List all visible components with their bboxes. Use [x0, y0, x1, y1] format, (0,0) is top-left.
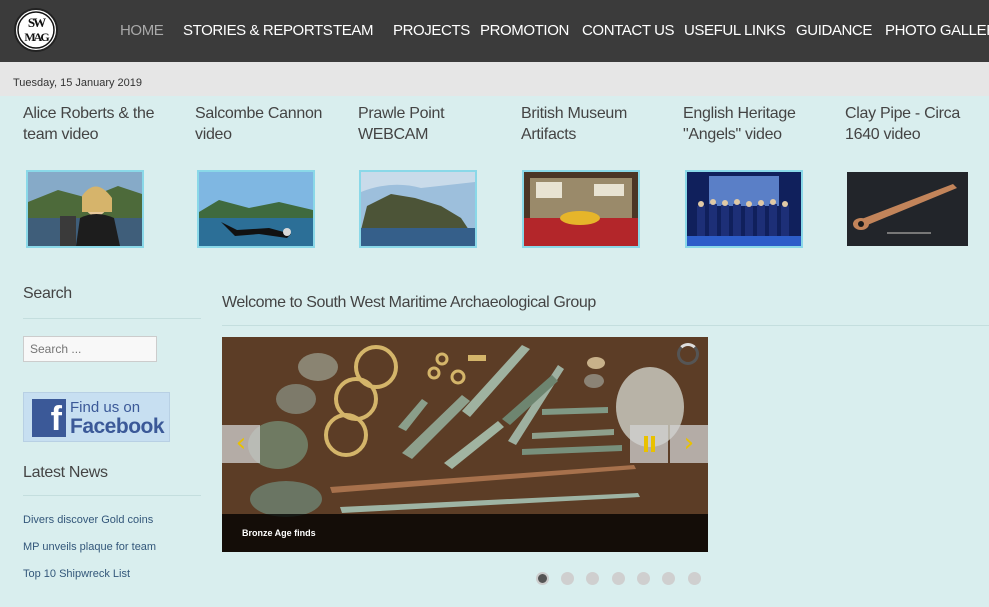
facebook-icon: f — [32, 399, 66, 438]
site-logo[interactable]: SW MAG — [14, 8, 58, 52]
feature-title-british-museum[interactable]: British Museum Artifacts — [521, 103, 671, 145]
svg-text:MAG: MAG — [24, 30, 49, 44]
current-date: Tuesday, 15 January 2019 — [13, 77, 143, 89]
welcome-heading: Welcome to South West Maritime Archaeolo… — [222, 294, 596, 311]
search-heading: Search — [23, 285, 72, 302]
news-link-plaque[interactable]: MP unveils plaque for team — [23, 541, 156, 553]
swmag-logo-icon: SW MAG — [17, 11, 55, 49]
thumb-woman-on-boat[interactable] — [26, 170, 144, 248]
facebook-button[interactable]: f Find us on Facebook — [23, 392, 170, 442]
slider-dot-1[interactable] — [536, 572, 549, 585]
feature-title-alice-roberts[interactable]: Alice Roberts & the team video — [23, 103, 173, 145]
thumb-museum-display-case[interactable] — [522, 170, 640, 248]
latest-news-heading: Latest News — [23, 464, 108, 481]
feature-title-english-heritage[interactable]: English Heritage "Angels" video — [683, 103, 833, 145]
slider-loading-indicator — [677, 343, 699, 365]
slider-dot-7[interactable] — [688, 572, 701, 585]
thumb-diver-in-sea[interactable] — [197, 170, 315, 248]
top-navigation-bar: SW MAG HOME STORIES & REPORTS TEAM PROJE… — [0, 0, 989, 62]
nav-team[interactable]: TEAM — [333, 22, 373, 39]
slider-prev-button[interactable]: ‹ — [222, 425, 260, 463]
search-input[interactable] — [23, 336, 157, 362]
thumb-group-on-stage[interactable] — [685, 170, 803, 248]
news-link-shipwreck-list[interactable]: Top 10 Shipwreck List — [23, 568, 130, 580]
nav-photo-gallery[interactable]: PHOTO GALLERY — [885, 22, 989, 39]
slider-dot-5[interactable] — [637, 572, 650, 585]
divider — [23, 495, 201, 496]
nav-stories-reports[interactable]: STORIES & REPORTS — [183, 22, 333, 39]
chevron-right-icon: › — [683, 428, 695, 458]
nav-promotion[interactable]: PROMOTION — [480, 22, 569, 39]
slider-caption: Bronze Age finds — [242, 528, 316, 538]
nav-useful-links[interactable]: USEFUL LINKS — [684, 22, 786, 39]
thumb-clay-pipe[interactable] — [845, 170, 970, 248]
slider-dot-6[interactable] — [662, 572, 675, 585]
nav-home[interactable]: HOME — [120, 22, 164, 39]
divider — [23, 318, 201, 319]
slider-dot-4[interactable] — [612, 572, 625, 585]
pause-icon — [644, 436, 655, 452]
nav-projects[interactable]: PROJECTS — [393, 22, 470, 39]
slider-next-button[interactable]: › — [670, 425, 708, 463]
slider-dot-2[interactable] — [561, 572, 574, 585]
facebook-line1: Find us on — [70, 399, 141, 416]
nav-guidance[interactable]: GUIDANCE — [796, 22, 872, 39]
feature-title-salcombe-cannon[interactable]: Salcombe Cannon video — [195, 103, 345, 145]
thumb-coastal-headland[interactable] — [359, 170, 477, 248]
slider-dot-3[interactable] — [586, 572, 599, 585]
feature-title-clay-pipe[interactable]: Clay Pipe - Circa 1640 video — [845, 103, 989, 145]
slider-caption-bar: Bronze Age finds — [222, 514, 708, 552]
date-bar: Tuesday, 15 January 2019 — [0, 62, 989, 96]
image-slider[interactable]: ‹ › Bronze Age finds — [222, 337, 708, 552]
news-link-gold-coins[interactable]: Divers discover Gold coins — [23, 514, 153, 526]
nav-contact-us[interactable]: CONTACT US — [582, 22, 675, 39]
divider — [222, 325, 989, 326]
feature-title-prawle-point[interactable]: Prawle Point WEBCAM — [358, 103, 508, 145]
facebook-line2: Facebook — [70, 415, 165, 438]
svg-text:SW: SW — [28, 15, 46, 30]
slider-pause-button[interactable] — [630, 425, 668, 463]
chevron-left-icon: ‹ — [235, 428, 247, 458]
